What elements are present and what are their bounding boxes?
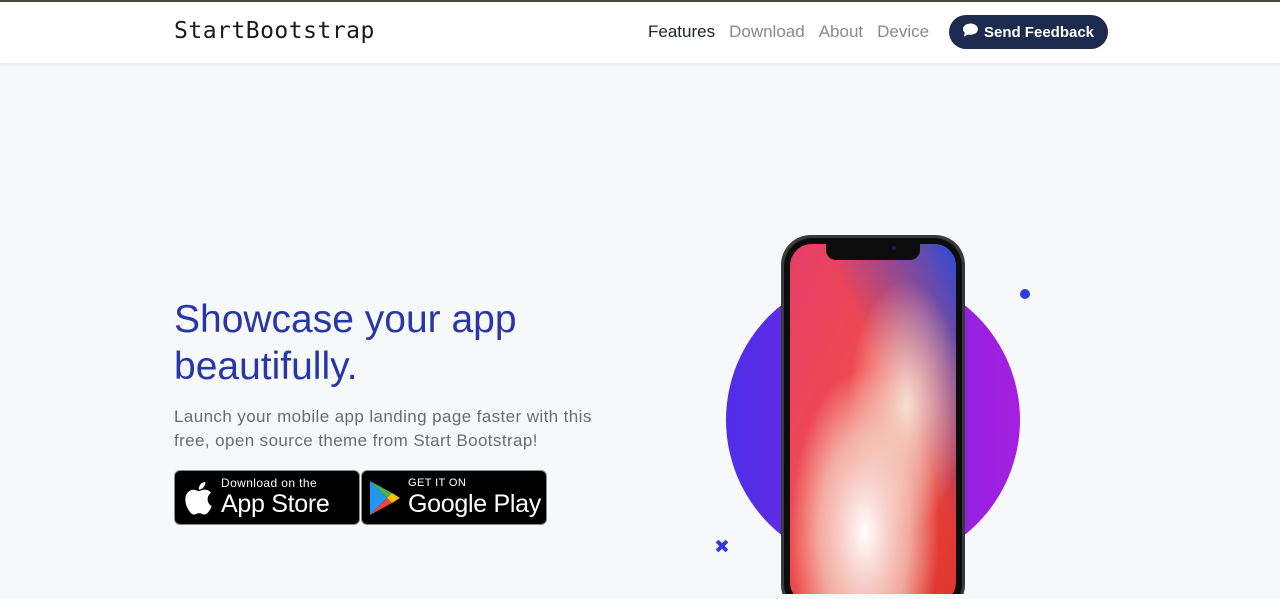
nav-links: Features Download About Device — [648, 22, 929, 42]
phone-notch — [826, 244, 920, 260]
phone-mockup — [781, 235, 965, 599]
nav-link-device[interactable]: Device — [877, 22, 929, 42]
google-play-icon — [362, 480, 408, 516]
send-feedback-button[interactable]: Send Feedback — [949, 15, 1108, 49]
navbar: StartBootstrap Features Download About D… — [0, 2, 1280, 63]
google-play-small-text: GET IT ON — [408, 477, 467, 489]
chat-icon — [962, 23, 978, 41]
brand-logo[interactable]: StartBootstrap — [174, 18, 375, 44]
apple-icon — [175, 480, 221, 516]
hero-lead: Launch your mobile app landing page fast… — [174, 407, 592, 450]
device-showcase — [700, 220, 1080, 599]
send-feedback-label: Send Feedback — [983, 23, 1095, 41]
hero-title: Showcase your app beautifully. — [174, 298, 517, 388]
app-store-badge[interactable]: Download on the App Store — [174, 470, 360, 525]
decor-cross — [716, 540, 728, 552]
google-play-badge[interactable]: GET IT ON Google Play — [361, 470, 547, 525]
device-illustration — [716, 235, 1030, 599]
google-play-big-text: Google Play — [408, 490, 541, 518]
nav-link-download[interactable]: Download — [729, 22, 805, 42]
nav-link-about[interactable]: About — [819, 22, 863, 42]
app-store-big-text: App Store — [221, 490, 330, 518]
nav-link-features[interactable]: Features — [648, 22, 715, 42]
decor-dot — [1020, 289, 1030, 299]
app-store-small-text: Download on the — [221, 476, 318, 490]
